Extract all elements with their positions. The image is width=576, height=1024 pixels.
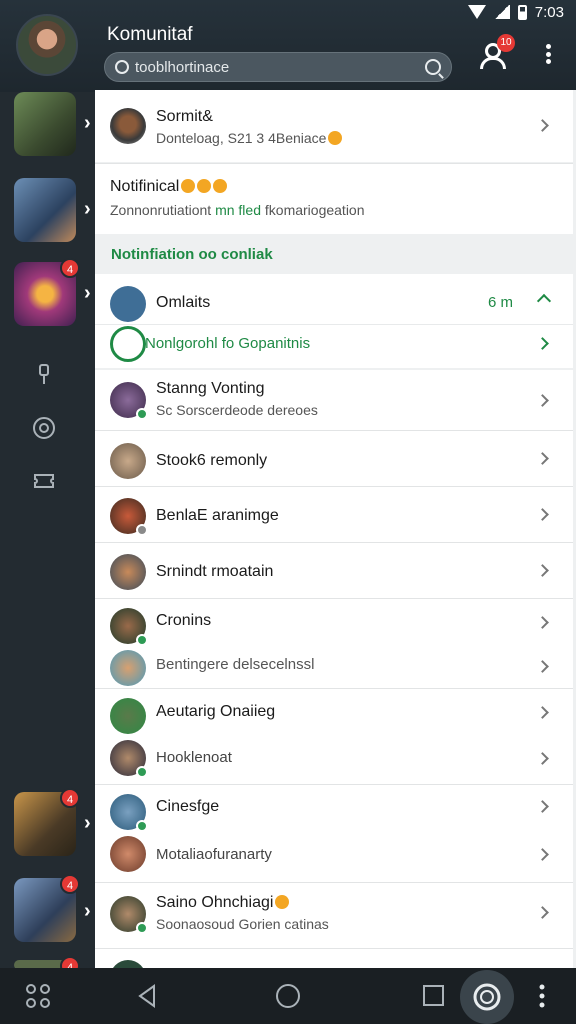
back-icon[interactable] xyxy=(134,982,162,1010)
list-item-sormit[interactable]: Sormit& Donteloag, S21 3 4Beniace xyxy=(95,90,573,162)
row-title[interactable]: Cinesfge xyxy=(156,798,219,816)
chevron-right-icon: › xyxy=(84,812,91,834)
chevron-right-icon xyxy=(536,660,549,673)
sidebar-avatar-3[interactable]: 4 xyxy=(14,258,80,326)
chevron-right-icon xyxy=(536,119,549,132)
chevron-right-icon xyxy=(536,564,549,577)
avatar xyxy=(110,794,148,832)
page-title: Komunitaf xyxy=(107,24,193,45)
avatar xyxy=(110,443,146,479)
row-title[interactable]: Srnindt rmoatain xyxy=(156,563,273,581)
chevron-right-icon xyxy=(536,800,549,813)
group-action[interactable]: Nonlgorohl fo Gopanitnis xyxy=(145,335,310,352)
row-title[interactable]: Motaliaofuranarty xyxy=(156,846,272,863)
row-title: Notifinical xyxy=(110,178,228,196)
status-time: 7:03 xyxy=(534,3,564,21)
row-title[interactable]: Bentingere delsecelnssl xyxy=(156,656,314,673)
row-subtitle: Soonaosoud Gorien catinas xyxy=(156,916,329,932)
avatar xyxy=(110,554,146,590)
avatar xyxy=(110,836,146,872)
battery-icon xyxy=(517,4,527,20)
camera-button[interactable] xyxy=(460,970,514,1024)
shield-check-icon xyxy=(110,326,146,362)
row-title[interactable]: BenlaE aranimge xyxy=(156,507,279,525)
copyright-icon[interactable] xyxy=(32,416,56,440)
avatar xyxy=(110,498,148,536)
row-subtitle: Sc Sorscerdeode dereoes xyxy=(156,402,318,418)
contact-list: Stanng Vonting Sc Sorscerdeode dereoes S… xyxy=(95,370,573,970)
shield-icon xyxy=(110,286,146,322)
avatar xyxy=(110,740,148,778)
row-title[interactable]: Stook6 remonly xyxy=(156,452,267,470)
recents-icon[interactable] xyxy=(420,982,448,1010)
row-title[interactable]: Cronins xyxy=(156,612,211,630)
sidebar-badge: 4 xyxy=(60,258,80,278)
chevron-up-icon[interactable] xyxy=(536,293,552,309)
status-bar: 7:03 xyxy=(467,2,564,22)
row-title[interactable]: Stanng Vonting xyxy=(156,380,265,398)
chevron-right-icon xyxy=(536,337,549,350)
signal-icon xyxy=(493,5,510,19)
avatar xyxy=(110,608,148,646)
avatar xyxy=(110,108,146,144)
chevron-right-icon: › xyxy=(84,900,91,922)
avatar xyxy=(110,382,148,420)
sidebar-avatar-4[interactable]: 4 xyxy=(14,788,80,856)
search-icon xyxy=(115,60,129,74)
section-heading: Notinfiation oo conliak xyxy=(111,246,273,263)
wifi-icon xyxy=(467,5,486,19)
row-title[interactable]: Aeutarig Onaiieg xyxy=(156,703,275,721)
chevron-right-icon xyxy=(536,508,549,521)
sidebar-badge: 4 xyxy=(60,874,80,894)
row-subtitle: Donteloag, S21 3 4Beniace xyxy=(156,130,343,146)
chevron-right-icon: › xyxy=(84,112,91,134)
chevron-right-icon xyxy=(536,706,549,719)
group-title: Omlaits xyxy=(156,294,211,311)
ticket-icon[interactable] xyxy=(32,468,56,492)
chevron-right-icon xyxy=(536,394,549,407)
chevron-right-icon: › xyxy=(84,198,91,220)
contacts-button[interactable]: 10 xyxy=(476,34,515,70)
sidebar-avatar-2[interactable] xyxy=(14,178,76,242)
chevron-right-icon xyxy=(536,906,549,919)
search-value: tooblhortinace xyxy=(135,58,230,76)
chevron-right-icon xyxy=(536,616,549,629)
app-header: 7:03 Komunitaf tooblhortinace 10 xyxy=(0,0,576,92)
group-time: 6 m xyxy=(487,294,513,311)
avatar xyxy=(110,650,146,686)
search-submit-icon[interactable] xyxy=(425,59,441,75)
row-title: Sormit& xyxy=(156,108,213,125)
bottom-navigation xyxy=(0,968,576,1024)
sidebar: › › 4 › 4 › 4 › 4 xyxy=(0,92,95,976)
chevron-right-icon: › xyxy=(84,282,91,304)
avatar xyxy=(110,698,146,734)
profile-avatar[interactable] xyxy=(16,14,78,76)
avatar xyxy=(110,896,148,934)
group-card: Omlaits 6 m Nonlgorohl fo Gopanitnis xyxy=(95,274,573,368)
search-input[interactable]: tooblhortinace xyxy=(104,52,452,82)
brush-icon[interactable] xyxy=(32,362,56,386)
sidebar-avatar-5[interactable]: 4 xyxy=(14,874,80,942)
sidebar-badge: 4 xyxy=(60,788,80,808)
scatter-icon[interactable] xyxy=(24,982,52,1010)
row-title[interactable]: Hooklenoat xyxy=(156,749,232,766)
list-item-notifinical[interactable]: Notifinical Zonnonrutiationt mn fled fko… xyxy=(95,164,573,234)
more-options-button[interactable] xyxy=(538,42,558,66)
home-icon[interactable] xyxy=(274,982,302,1010)
chevron-right-icon xyxy=(536,452,549,465)
row-subtitle: Zonnonrutiationt mn fled fkomariogeation xyxy=(110,202,365,218)
overflow-icon[interactable] xyxy=(532,982,560,1010)
row-title[interactable]: Saino Ohnchiagi xyxy=(156,894,290,912)
sidebar-avatar-1[interactable] xyxy=(14,92,76,156)
emoji-icon xyxy=(328,131,343,145)
chevron-right-icon xyxy=(536,848,549,861)
notification-badge: 10 xyxy=(497,34,515,52)
main-content: Sormit& Donteloag, S21 3 4Beniace Notifi… xyxy=(95,90,576,970)
chevron-right-icon xyxy=(536,752,549,765)
